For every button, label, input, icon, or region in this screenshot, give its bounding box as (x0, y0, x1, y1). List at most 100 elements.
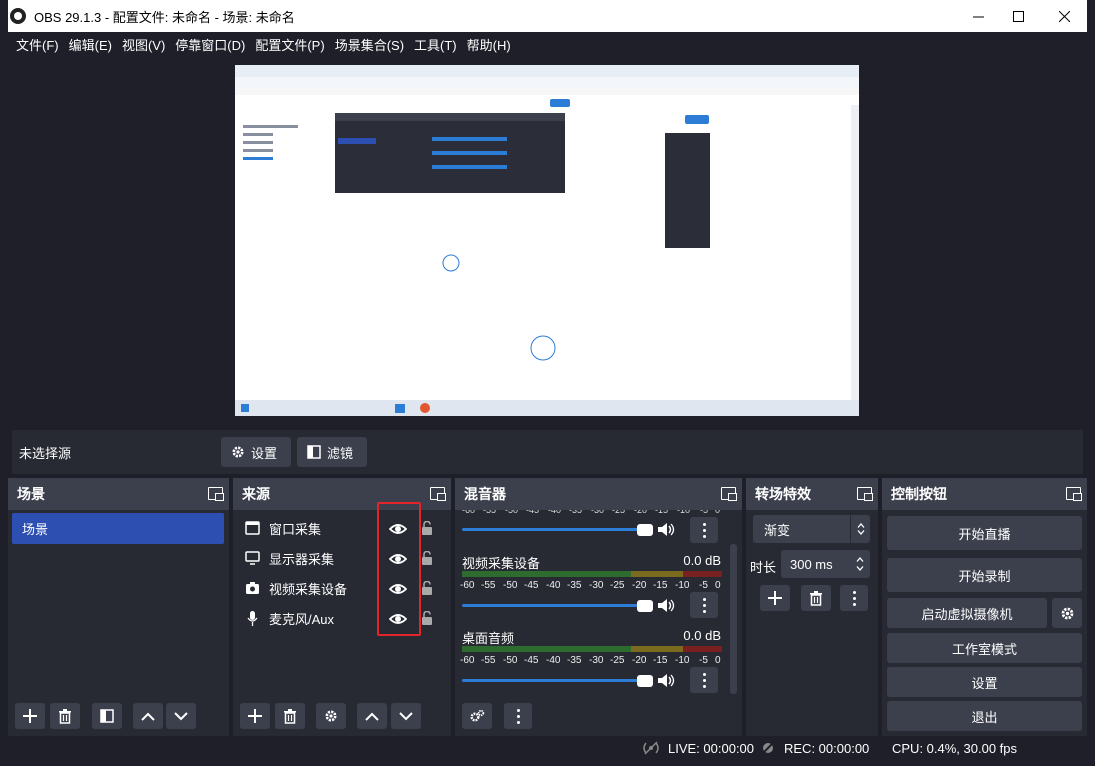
svg-text:-35: -35 (569, 510, 582, 515)
add-transition-button[interactable] (760, 585, 790, 611)
add-scene-button[interactable] (15, 703, 45, 729)
meter-tick: -40 (546, 655, 561, 665)
scene-move-down-button[interactable] (166, 703, 196, 729)
source-properties-button[interactable]: 设置 (221, 437, 291, 467)
meter-tick: -10 (675, 655, 690, 665)
menu-edit[interactable]: 编辑(E) (69, 35, 112, 54)
scene-filters-button[interactable] (92, 703, 122, 729)
chevron-down-icon (856, 566, 864, 571)
svg-text:-20: -20 (634, 510, 647, 515)
chevron-up-icon (857, 523, 864, 528)
remove-scene-button[interactable] (50, 703, 80, 729)
volume-slider-thumb[interactable] (637, 675, 653, 687)
trash-icon (59, 708, 71, 724)
duration-spinbox[interactable]: 300 ms (781, 550, 870, 578)
unlock-icon[interactable] (421, 521, 433, 535)
meter-ticks: -60 -55 -50 -45 -40 -35 -30 -25 -20 -15 -10 -5 0 (460, 580, 721, 590)
menu-view[interactable]: 视图(V) (122, 35, 165, 54)
meter-tick: -30 (589, 655, 604, 665)
unlock-icon[interactable] (421, 551, 433, 565)
source-filters-button[interactable]: 滤镜 (297, 437, 367, 467)
unlock-icon[interactable] (421, 611, 433, 625)
scenes-dock: 场景 场景 (8, 478, 229, 736)
svg-text:-15: -15 (655, 510, 668, 515)
scenes-header: 场景 (8, 478, 229, 510)
gear-icon (325, 710, 337, 722)
exit-button[interactable]: 退出 (887, 701, 1082, 731)
chevron-up-icon (856, 557, 864, 562)
scene-item[interactable]: 场景 (12, 513, 224, 544)
start-recording-button[interactable]: 开始录制 (887, 558, 1082, 592)
undock-icon[interactable] (857, 487, 873, 501)
menu-scene-collection[interactable]: 场景集合(S) (335, 35, 404, 54)
transition-select[interactable]: 渐变 (753, 515, 870, 543)
advanced-audio-button[interactable] (462, 703, 492, 729)
speaker-icon[interactable] (657, 673, 675, 688)
menu-docks[interactable]: 停靠窗口(D) (175, 35, 245, 54)
cpu-fps: CPU: 0.4%, 30.00 fps (892, 740, 1018, 756)
maximize-button[interactable] (995, 0, 1041, 32)
gears-icon (470, 709, 485, 722)
mic-icon (247, 610, 258, 626)
menu-tools[interactable]: 工具(T) (414, 35, 457, 54)
monitor-icon (245, 551, 260, 565)
volume-slider[interactable] (462, 528, 652, 531)
source-item-label: 窗口采集 (269, 521, 322, 537)
controls-header: 控制按钮 (882, 478, 1087, 510)
undock-icon[interactable] (208, 487, 224, 501)
source-move-down-button[interactable] (391, 703, 421, 729)
volume-slider[interactable] (462, 679, 652, 682)
minimize-icon (972, 16, 984, 17)
close-button[interactable] (1041, 0, 1087, 32)
mixer-menu-button[interactable] (690, 517, 718, 543)
volume-slider-thumb[interactable] (637, 600, 653, 612)
mixer-menu-button[interactable] (690, 592, 718, 618)
meter-tick: -35 (567, 580, 582, 590)
svg-text:0: 0 (715, 510, 720, 515)
plus-icon (23, 709, 37, 723)
settings-button[interactable]: 设置 (887, 667, 1082, 697)
virtual-camera-settings-button[interactable] (1052, 598, 1082, 628)
undock-icon[interactable] (1066, 487, 1082, 501)
spin-arrows[interactable] (850, 550, 870, 578)
transitions-header: 转场特效 (746, 478, 878, 510)
mixer-menu-button[interactable] (690, 667, 718, 693)
speaker-icon[interactable] (657, 598, 675, 613)
source-item-label: 麦克风/Aux (269, 611, 335, 627)
preview-canvas[interactable] (235, 65, 859, 416)
remove-transition-button[interactable] (801, 585, 831, 611)
unlock-icon[interactable] (421, 581, 433, 595)
menu-profile[interactable]: 配置文件(P) (255, 35, 324, 54)
scene-move-up-button[interactable] (133, 703, 163, 729)
menu-help[interactable]: 帮助(H) (467, 35, 511, 54)
plus-icon (768, 591, 782, 605)
mixer-options-button[interactable] (504, 703, 532, 729)
gear-icon (1061, 607, 1073, 619)
undock-icon[interactable] (721, 487, 737, 501)
scene-item-label: 场景 (22, 522, 49, 537)
meter-tick: 0 (715, 580, 721, 590)
volume-slider-thumb[interactable] (637, 524, 653, 536)
window-left-edge (0, 0, 8, 766)
meter-tick: -15 (653, 655, 668, 665)
studio-mode-label: 工作室模式 (951, 641, 1017, 657)
meter-tick: -45 (524, 580, 539, 590)
mixer-header: 混音器 (455, 478, 742, 510)
rec-timer: REC: 00:00:00 (784, 740, 870, 756)
add-source-button[interactable] (240, 703, 270, 729)
transition-options-button[interactable] (840, 585, 868, 611)
source-move-up-button[interactable] (357, 703, 387, 729)
start-streaming-button[interactable]: 开始直播 (887, 516, 1082, 550)
start-virtual-camera-button[interactable]: 启动虚拟摄像机 (887, 598, 1047, 628)
undock-icon[interactable] (430, 487, 446, 501)
mixer-scrollbar[interactable] (730, 544, 737, 694)
duration-label: 时长 (750, 560, 777, 575)
remove-source-button[interactable] (275, 703, 305, 729)
speaker-icon[interactable] (657, 522, 675, 537)
menu-file[interactable]: 文件(F) (16, 35, 59, 54)
studio-mode-button[interactable]: 工作室模式 (887, 633, 1082, 663)
volume-slider[interactable] (462, 604, 652, 607)
source-item-label: 显示器采集 (269, 551, 335, 567)
source-properties-button[interactable] (316, 703, 346, 729)
no-source-selected-label: 未选择源 (19, 445, 72, 461)
